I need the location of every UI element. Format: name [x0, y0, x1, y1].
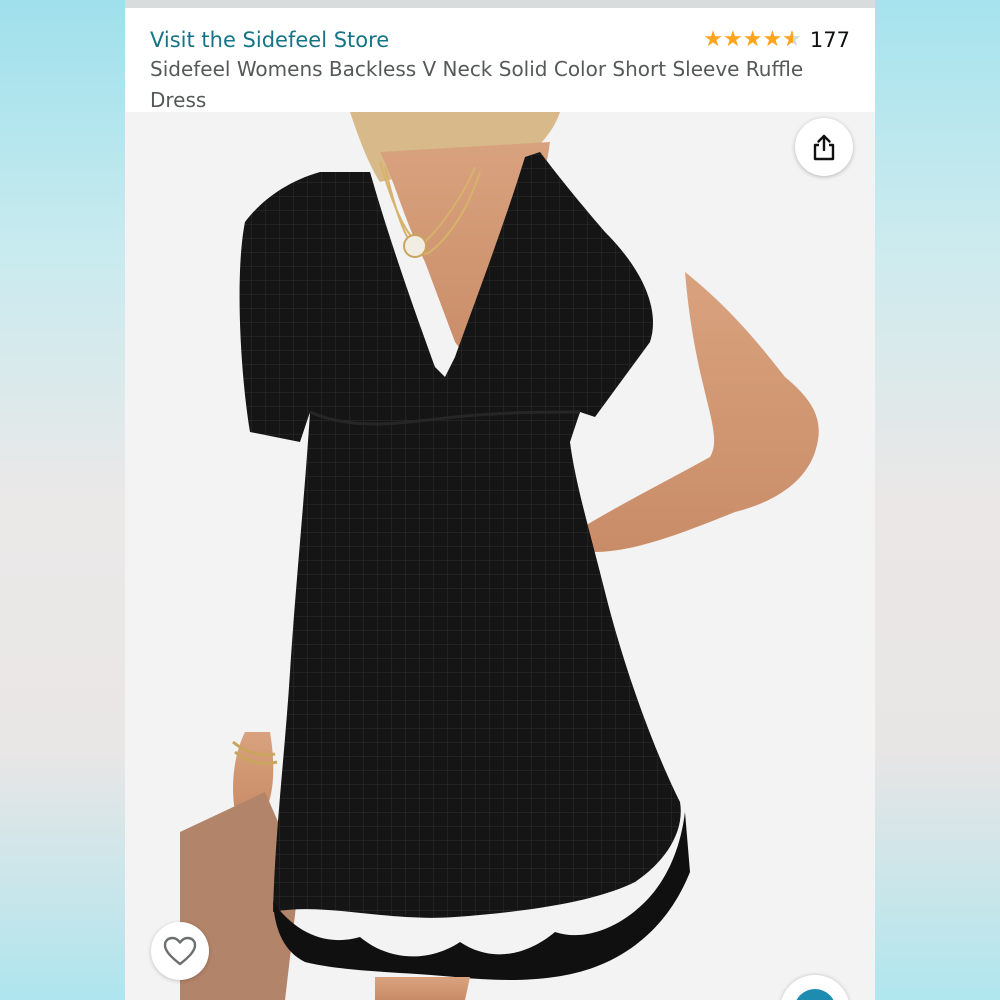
rating-summary[interactable]: ★ ★ ★ ★ ★ ★ 177: [703, 28, 850, 53]
store-link[interactable]: Visit the Sidefeel Store: [150, 28, 389, 52]
share-icon: [813, 134, 835, 161]
star-rating: ★ ★ ★ ★ ★ ★: [703, 28, 802, 52]
product-image[interactable]: [125, 112, 875, 1000]
background-right: [875, 0, 1000, 1000]
heart-icon: [163, 936, 197, 966]
product-screen: Visit the Sidefeel Store ★ ★ ★ ★ ★ ★ 177 …: [125, 0, 875, 1000]
carousel-active-dot: [794, 989, 836, 1000]
background-left: [0, 0, 125, 1000]
share-button[interactable]: [795, 118, 853, 176]
top-divider: [125, 0, 875, 8]
half-star-icon: ★ ★: [782, 27, 802, 52]
wishlist-button[interactable]: [151, 922, 209, 980]
product-header: Visit the Sidefeel Store ★ ★ ★ ★ ★ ★ 177 …: [125, 8, 875, 113]
rating-count[interactable]: 177: [810, 28, 850, 52]
pendant: [403, 234, 427, 258]
dress-photo: [180, 112, 819, 1000]
star-icon: ★: [703, 27, 723, 52]
star-icon: ★: [722, 27, 743, 52]
leg: [375, 977, 470, 1000]
star-icon: ★: [742, 27, 763, 52]
star-icon: ★: [762, 27, 783, 52]
product-title: Sidefeel Womens Backless V Neck Solid Co…: [150, 57, 804, 112]
